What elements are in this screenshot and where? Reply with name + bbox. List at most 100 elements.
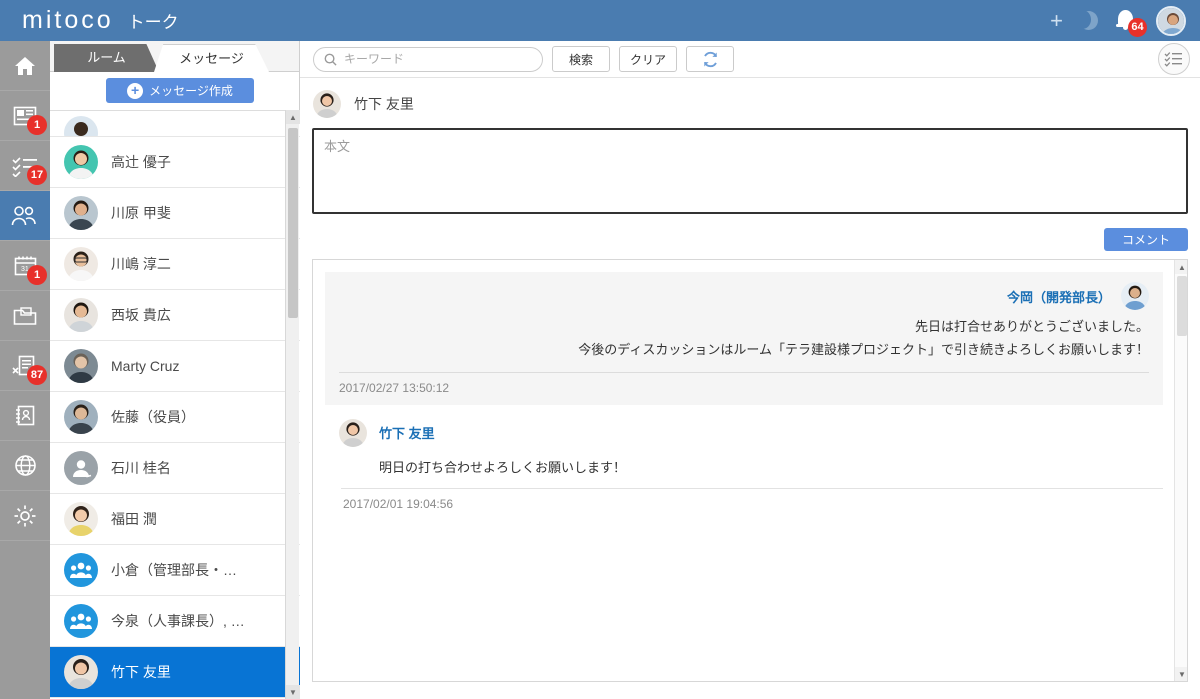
list-item-label: 佐藤（役員） (111, 409, 195, 425)
plus-icon[interactable]: + (1050, 9, 1063, 32)
list-item[interactable]: 川原 甲斐 (50, 188, 300, 239)
list-item-label: 小倉（管理部長・… (111, 562, 237, 578)
list-item-label: 川嶋 淳二 (111, 256, 171, 272)
user-shared-icon (64, 451, 98, 485)
group-icon (64, 604, 98, 638)
tab-messages[interactable]: メッセージ (154, 44, 269, 72)
scroll-thumb[interactable] (1177, 276, 1187, 336)
list-item-label: Marty Cruz (111, 358, 180, 374)
list-item-label: 福田 潤 (111, 511, 157, 527)
rail-item-documents[interactable]: 87 (0, 341, 50, 391)
compose-recipient-name: 竹下 友里 (354, 96, 414, 112)
rail-item-settings[interactable] (0, 491, 50, 541)
gear-icon (14, 505, 36, 526)
list-item[interactable]: 石川 桂名 (50, 443, 300, 494)
search-box[interactable] (313, 46, 543, 72)
message-timestamp: 2017/02/27 13:50:12 (325, 372, 1163, 405)
list-item[interactable]: 今泉（人事課長）, … (50, 596, 300, 647)
scroll-up-arrow[interactable]: ▲ (1175, 260, 1187, 274)
scroll-up-arrow[interactable]: ▲ (286, 110, 300, 124)
scroll-down-arrow[interactable]: ▼ (1175, 667, 1187, 681)
avatar (64, 502, 98, 536)
message-author[interactable]: 竹下 友里 (379, 423, 435, 442)
globe-icon (14, 455, 36, 476)
list-item-selected[interactable]: 竹下 友里 (50, 647, 300, 698)
rail-item-home[interactable] (0, 41, 50, 91)
list-item-label: 西坂 貴広 (111, 307, 171, 323)
avatar (64, 655, 98, 689)
moon-icon[interactable] (1074, 10, 1098, 30)
rail-item-inbox[interactable] (0, 291, 50, 341)
message-author[interactable]: 今岡（開発部長） (1007, 287, 1111, 306)
list-item-label: 石川 桂名 (111, 460, 171, 476)
message-line: 今後のディスカッションはルーム「テラ建設様プロジェクト」で引き続きよろしくお願い… (578, 341, 1149, 357)
contact-list-scrollbar[interactable]: ▲ ▼ (285, 110, 300, 699)
thread-inner: 今岡（開発部長） 先日は打合せありがとうございました。 今後のディスカッションは… (313, 260, 1175, 511)
search-button[interactable]: 検索 (552, 46, 610, 72)
tab-rooms[interactable]: ルーム (54, 44, 159, 72)
rail-item-web[interactable] (0, 441, 50, 491)
comment-button[interactable]: コメント (1104, 228, 1188, 251)
scroll-thumb[interactable] (288, 128, 298, 318)
list-view-button[interactable] (1158, 43, 1190, 75)
thread-scrollbar[interactable]: ▲ ▼ (1174, 260, 1187, 681)
message-header: 今岡（開発部長） (339, 282, 1149, 310)
list-item[interactable]: 小倉（管理部長・… (50, 545, 300, 596)
clear-button[interactable]: クリア (619, 46, 677, 72)
create-message-label: メッセージ作成 (149, 84, 233, 98)
avatar (64, 298, 98, 332)
avatar (313, 90, 341, 118)
list-item[interactable]: 高辻 優子 (50, 137, 300, 188)
avatar (64, 196, 98, 230)
list-item[interactable]: Marty Cruz (50, 341, 300, 392)
main-content: 検索 クリア 竹下 友里 コメント 今岡（開 (300, 41, 1200, 699)
message-text: 明日の打ち合わせよろしくお願いします！ (379, 459, 627, 475)
rail-item-contacts[interactable] (0, 191, 50, 241)
home-icon (15, 56, 35, 75)
list-item-label: 今泉（人事課長）, … (111, 613, 245, 629)
compose-button-area: + メッセージ作成 (50, 72, 299, 110)
comment-button-row: コメント (300, 219, 1200, 259)
list-item[interactable]: 福田 潤 (50, 494, 300, 545)
message-header: 竹下 友里 (339, 418, 1163, 447)
message-timestamp: 2017/02/01 19:04:56 (341, 487, 1163, 511)
search-icon (324, 53, 337, 66)
header-actions: + 64 (1050, 5, 1186, 37)
refresh-button[interactable] (686, 46, 734, 72)
list-item[interactable] (50, 111, 300, 137)
list-item[interactable]: 西坂 貴広 (50, 290, 300, 341)
message-thread: 今岡（開発部長） 先日は打合せありがとうございました。 今後のディスカッションは… (312, 259, 1188, 682)
contact-list[interactable]: 高辻 優子 川原 甲斐 川嶋 淳二 西坂 貴広 Marty Cruz 佐藤（役員… (50, 110, 300, 699)
refresh-icon (703, 51, 717, 67)
rail-item-calendar[interactable]: 31 1 (0, 241, 50, 291)
brand[interactable]: mitoco トーク (22, 6, 179, 35)
notification-badge: 64 (1128, 17, 1147, 37)
rail-item-todo[interactable]: 17 (0, 141, 50, 191)
list-item-label: 川原 甲斐 (111, 205, 171, 221)
message-item: 竹下 友里 明日の打ち合わせよろしくお願いします！ 2017/02/01 19:… (325, 405, 1163, 511)
list-item-label: 高辻 優子 (111, 154, 171, 170)
top-header: mitoco トーク + 64 (0, 0, 1200, 41)
message-line: 先日は打合せありがとうございました。 (914, 319, 1149, 334)
list-item[interactable]: 佐藤（役員） (50, 392, 300, 443)
notifications-bell[interactable]: 64 (1114, 8, 1147, 37)
avatar (64, 116, 98, 136)
rail-item-news[interactable]: 1 (0, 91, 50, 141)
avatar (64, 145, 98, 179)
rail-item-addressbook[interactable] (0, 391, 50, 441)
message-list-panel: ルーム メッセージ + メッセージ作成 高辻 優子 川原 甲斐 川嶋 淳二 西坂… (50, 41, 342, 699)
rail-badge-todo: 17 (27, 165, 47, 185)
app-window: mitoco トーク + 64 1 17 31 1 87 ルーム メッセージ +… (0, 0, 1200, 699)
rail-badge-documents: 87 (27, 365, 47, 385)
create-message-button[interactable]: + メッセージ作成 (106, 78, 254, 103)
search-input[interactable] (344, 52, 534, 66)
message-body-input[interactable] (312, 128, 1188, 214)
plus-circle-icon: + (127, 82, 144, 99)
address-book-icon (16, 405, 35, 426)
user-avatar[interactable] (1156, 5, 1186, 36)
avatar (64, 247, 98, 281)
avatar (64, 400, 98, 434)
scroll-down-arrow[interactable]: ▼ (286, 685, 300, 699)
list-item[interactable]: 川嶋 淳二 (50, 239, 300, 290)
brand-subtitle: トーク (127, 13, 179, 32)
